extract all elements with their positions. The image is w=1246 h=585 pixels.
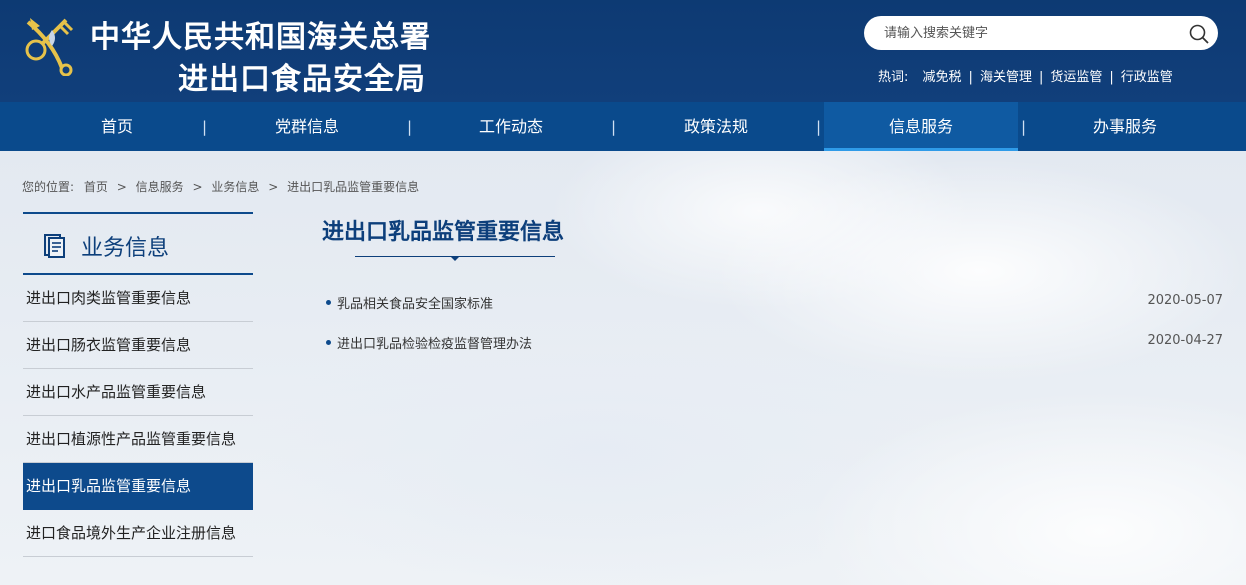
nav-separator: | [611, 118, 617, 136]
nav-item-work[interactable]: 工作动态 [414, 102, 608, 151]
nav-item-info-service[interactable]: 信息服务 [824, 102, 1018, 151]
hotword-link[interactable]: 减免税 [923, 66, 962, 85]
breadcrumb-info-service[interactable]: 信息服务 [136, 180, 184, 194]
customs-emblem-icon[interactable] [22, 12, 82, 76]
article-row: 进出口乳品检验检疫监督管理办法 2020-04-27 [326, 333, 1223, 353]
search-box [864, 16, 1218, 50]
sidebar-item-dairy[interactable]: 进出口乳品监管重要信息 [23, 463, 253, 510]
article-date: 2020-05-07 [1147, 293, 1223, 308]
nav-item-policy[interactable]: 政策法规 [619, 102, 813, 151]
breadcrumb-separator: > [116, 180, 127, 194]
search-icon[interactable] [1188, 23, 1210, 45]
nav-separator: | [816, 118, 822, 136]
hotword-separator: | [968, 70, 973, 85]
site-header: 中华人民共和国海关总署 进出口食品安全局 热词: 减免税 | 海关管理 | 货运监管 | 行… [0, 0, 1246, 102]
sidebar-item-meat[interactable]: 进出口肉类监管重要信息 [23, 275, 253, 322]
article-link[interactable]: 进出口乳品检验检疫监督管理办法 [337, 333, 532, 352]
search-input[interactable] [884, 23, 1174, 43]
nav-separator: | [407, 118, 413, 136]
nav-item-home[interactable]: 首页 [20, 102, 214, 151]
sidebar-item-aquatic[interactable]: 进出口水产品监管重要信息 [23, 369, 253, 416]
nav-item-services[interactable]: 办事服务 [1028, 102, 1222, 151]
site-subtitle: 进出口食品安全局 [178, 62, 426, 97]
nav-separator: | [202, 118, 208, 136]
document-icon [44, 234, 65, 258]
hotword-separator: | [1109, 70, 1114, 85]
main-nav: 首页 | 党群信息 | 工作动态 | 政策法规 | 信息服务 | 办事服务 [0, 102, 1246, 151]
sidebar: 业务信息 进出口肉类监管重要信息 进出口肠衣监管重要信息 进出口水产品监管重要信… [23, 212, 253, 557]
sidebar-item-plant[interactable]: 进出口植源性产品监管重要信息 [23, 416, 253, 463]
sidebar-header: 业务信息 [23, 212, 253, 275]
breadcrumb-label: 您的位置: [22, 180, 75, 194]
sidebar-item-registration[interactable]: 进口食品境外生产企业注册信息 [23, 510, 253, 557]
breadcrumb: 您的位置: 首页 > 信息服务 > 业务信息 > 进出口乳品监管重要信息 [22, 178, 419, 195]
hotwords-bar: 热词: 减免税 | 海关管理 | 货运监管 | 行政监管 [878, 66, 1173, 85]
bullet-icon [326, 340, 331, 345]
breadcrumb-current[interactable]: 进出口乳品监管重要信息 [287, 180, 419, 194]
title-divider-arrow [450, 256, 460, 261]
nav-item-party[interactable]: 党群信息 [210, 102, 404, 151]
hotword-separator: | [1038, 70, 1044, 85]
hotword-link[interactable]: 海关管理 [980, 66, 1032, 85]
page-title: 进出口乳品监管重要信息 [322, 220, 565, 245]
breadcrumb-separator: > [192, 180, 203, 194]
nav-separator: | [1021, 118, 1027, 136]
hotwords-label: 热词: [878, 70, 909, 85]
hotword-link[interactable]: 货运监管 [1050, 66, 1102, 85]
article-row: 乳品相关食品安全国家标准 2020-05-07 [326, 293, 1223, 313]
sidebar-item-casings[interactable]: 进出口肠衣监管重要信息 [23, 322, 253, 369]
article-date: 2020-04-27 [1147, 333, 1223, 348]
hotword-link[interactable]: 行政监管 [1121, 66, 1173, 85]
sidebar-title: 业务信息 [81, 236, 170, 261]
bullet-icon [326, 300, 331, 305]
breadcrumb-separator: > [268, 180, 279, 194]
site-title: 中华人民共和国海关总署 [90, 20, 431, 55]
article-link[interactable]: 乳品相关食品安全国家标准 [337, 293, 493, 312]
breadcrumb-home[interactable]: 首页 [84, 180, 108, 194]
breadcrumb-business-info[interactable]: 业务信息 [211, 180, 259, 194]
